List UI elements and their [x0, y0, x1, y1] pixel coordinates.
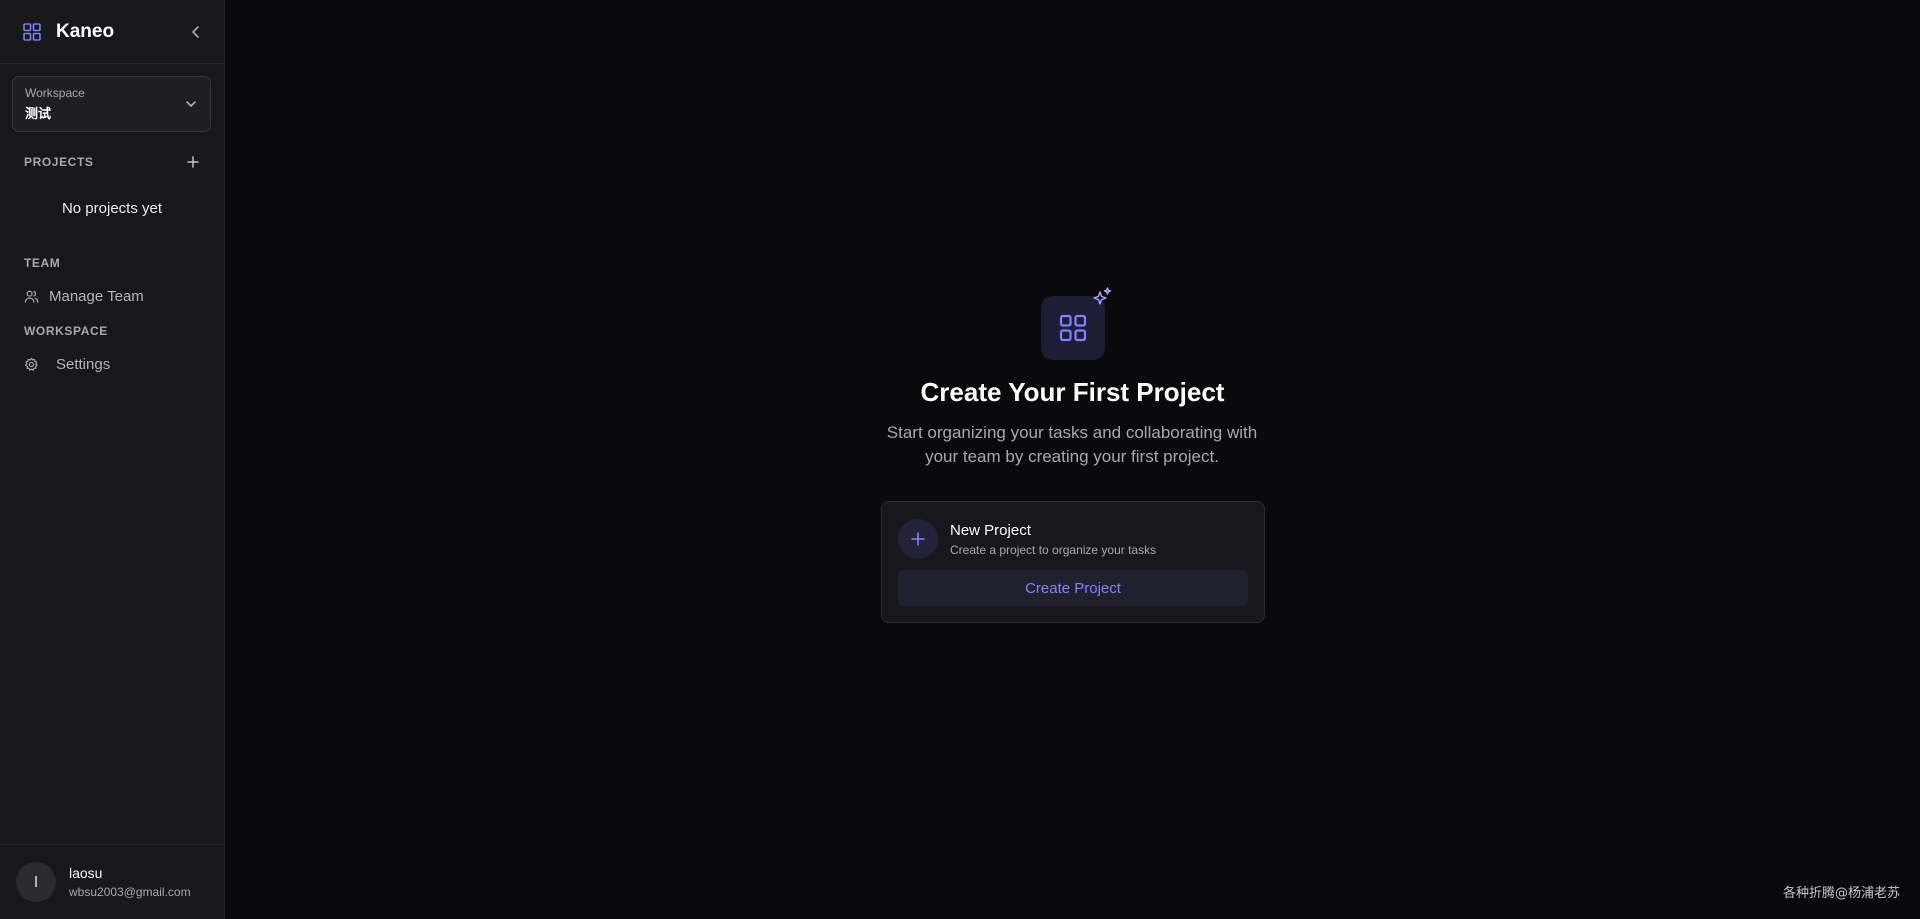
add-project-icon[interactable] [186, 155, 200, 169]
workspace-section-header: WORKSPACE [0, 323, 224, 339]
team-section-header: TEAM [0, 255, 224, 271]
sidebar-header: Kaneo [0, 0, 224, 64]
sidebar-item-manage-team[interactable]: Manage Team [0, 281, 224, 311]
projects-section-header: PROJECTS [0, 154, 224, 170]
sidebar-item-label: Settings [56, 355, 111, 373]
grid-icon [1059, 314, 1087, 342]
card-title: New Project [950, 522, 1031, 539]
collapse-sidebar-icon[interactable] [188, 24, 204, 40]
user-name: laosu [69, 865, 103, 881]
user-info: laosu wbsu2003@gmail.com [69, 865, 191, 899]
team-heading: TEAM [24, 256, 61, 270]
user-profile[interactable]: l laosu wbsu2003@gmail.com [0, 844, 224, 919]
grid-logo-icon [23, 22, 41, 41]
watermark: 各种折腾@杨浦老苏 [1782, 886, 1900, 901]
sidebar-item-settings[interactable]: Settings [0, 349, 224, 379]
workspace-selector[interactable]: Workspace 测试 [12, 76, 211, 132]
plus-icon [911, 532, 925, 546]
main-content: Create Your First Project Start organizi… [225, 0, 1920, 919]
app-name: Kaneo [56, 20, 115, 42]
users-icon [24, 290, 39, 303]
sidebar: Kaneo Workspace 测试 PROJECTS No projects … [0, 0, 225, 919]
workspace-heading: WORKSPACE [24, 324, 108, 338]
page-title: Create Your First Project [920, 377, 1225, 407]
user-email: wbsu2003@gmail.com [69, 885, 191, 899]
gear-icon [24, 357, 38, 371]
new-project-plus-button [898, 519, 938, 559]
sparkles-icon [1093, 287, 1112, 305]
chevron-down-icon [186, 101, 196, 107]
workspace-selector-value: 测试 [25, 106, 52, 121]
card-subtitle: Create a project to organize your tasks [950, 543, 1157, 557]
avatar: l [16, 862, 56, 902]
create-project-button[interactable]: Create Project [898, 570, 1248, 606]
page-description: Start organizing your tasks and collabor… [886, 423, 1258, 466]
projects-empty-text: No projects yet [61, 200, 163, 217]
new-project-card: New Project Create a project to organize… [881, 501, 1265, 623]
workspace-selector-label: Workspace [25, 86, 85, 100]
sidebar-item-label: Manage Team [49, 287, 144, 305]
projects-heading: PROJECTS [24, 155, 94, 169]
